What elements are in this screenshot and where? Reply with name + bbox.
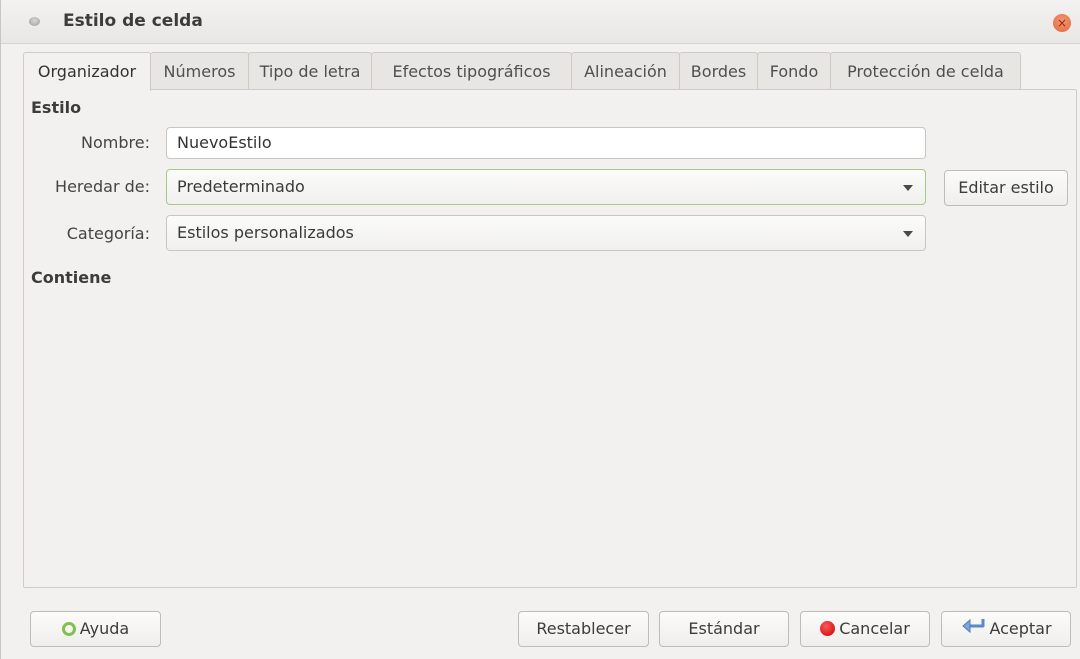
cancel-button[interactable]: Cancelar: [800, 611, 930, 647]
ok-button-label: Aceptar: [989, 619, 1052, 638]
ok-button[interactable]: Aceptar: [941, 611, 1071, 647]
category-label: Categoría:: [66, 224, 150, 243]
tab-bordes[interactable]: Bordes: [679, 52, 758, 90]
tab-fondo[interactable]: Fondo: [757, 52, 831, 90]
category-dropdown-value: Estilos personalizados: [177, 223, 354, 242]
inherit-dropdown[interactable]: Predeterminado: [166, 169, 926, 205]
cell-style-dialog: Estilo de celda × Organizador Números Ti…: [0, 0, 1080, 659]
inherit-dropdown-value: Predeterminado: [177, 177, 305, 196]
category-dropdown[interactable]: Estilos personalizados: [166, 215, 926, 251]
inherit-label: Heredar de:: [55, 177, 150, 196]
tab-tipo-de-letra[interactable]: Tipo de letra: [248, 52, 372, 90]
return-arrow-icon: [960, 613, 986, 647]
stop-icon: [820, 621, 836, 636]
section-title-estilo: Estilo: [31, 98, 82, 117]
chevron-down-icon: [903, 231, 913, 237]
tab-proteccion-de-celda[interactable]: Protección de celda: [830, 52, 1021, 90]
lifebuoy-icon: [61, 621, 76, 636]
tab-efectos-tipograficos[interactable]: Efectos tipográficos: [371, 52, 572, 90]
edit-style-button[interactable]: Editar estilo: [944, 170, 1068, 206]
help-button-label: Ayuda: [79, 619, 130, 638]
window-title: Estilo de celda: [63, 11, 203, 31]
chevron-down-icon: [903, 185, 913, 191]
window-menu-icon[interactable]: [29, 17, 40, 26]
tab-alineacion[interactable]: Alineación: [571, 52, 680, 90]
standard-button[interactable]: Estándar: [659, 611, 789, 647]
name-field[interactable]: NuevoEstilo: [166, 127, 926, 159]
reset-button[interactable]: Restablecer: [518, 611, 649, 647]
cancel-button-label: Cancelar: [839, 619, 910, 638]
title-bar[interactable]: Estilo de celda ×: [1, 0, 1080, 44]
tab-panel-organizador: [23, 89, 1077, 588]
close-icon[interactable]: ×: [1053, 14, 1071, 32]
name-label: Nombre:: [81, 133, 150, 152]
section-title-contiene: Contiene: [31, 268, 112, 287]
help-button[interactable]: Ayuda: [30, 611, 161, 647]
tab-numeros[interactable]: Números: [150, 52, 249, 90]
tab-organizador[interactable]: Organizador: [23, 52, 151, 91]
